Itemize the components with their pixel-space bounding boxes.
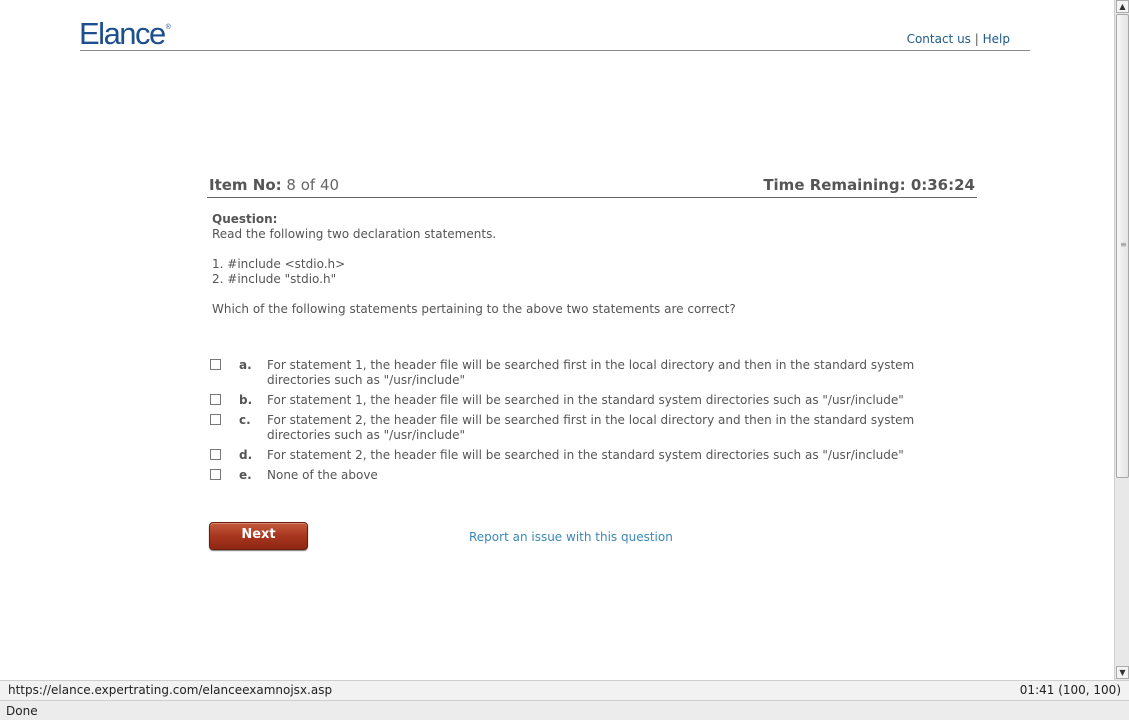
- time-zoom-readout: 01:41 (100, 100): [1019, 683, 1121, 697]
- answer-text: None of the above: [267, 468, 378, 482]
- item-bar: Item No: 8 of 40 Time Remaining: 0:36:24: [207, 170, 977, 198]
- scroll-up-icon[interactable]: ▲: [1116, 0, 1129, 13]
- registered-mark: ®: [165, 24, 171, 31]
- answer-text: For statement 1, the header file will be…: [267, 358, 915, 387]
- item-number: Item No: 8 of 40: [209, 176, 339, 194]
- answer-checkbox-e[interactable]: [210, 469, 221, 480]
- question-body: Question: Read the following two declara…: [212, 212, 972, 317]
- elance-logo[interactable]: Elance®: [79, 16, 171, 52]
- answer-letter: a.: [239, 358, 252, 372]
- answer-checkbox-b[interactable]: [210, 394, 221, 405]
- answer-option-b[interactable]: b. For statement 1, the header file will…: [210, 393, 970, 408]
- header-divider: [80, 50, 1030, 51]
- answer-checkbox-a[interactable]: [210, 359, 221, 370]
- answer-option-a[interactable]: a. For statement 1, the header file will…: [210, 358, 970, 388]
- report-issue-link[interactable]: Report an issue with this question: [469, 530, 673, 544]
- question-panel: Item No: 8 of 40 Time Remaining: 0:36:24…: [207, 170, 977, 550]
- answer-checkbox-d[interactable]: [210, 449, 221, 460]
- time-remaining-value: 0:36:24: [910, 176, 975, 194]
- scroll-down-icon[interactable]: ▼: [1116, 666, 1129, 679]
- answer-letter: d.: [239, 448, 253, 462]
- answer-text: For statement 1, the header file will be…: [267, 393, 904, 407]
- question-line: [212, 242, 972, 257]
- browser-status-bar: Done: [0, 700, 1129, 720]
- time-remaining-label: Time Remaining:: [763, 176, 906, 194]
- status-text: Done: [6, 704, 38, 718]
- time-remaining: Time Remaining: 0:36:24: [763, 176, 975, 194]
- scrollbar-thumb[interactable]: ≡: [1116, 14, 1129, 478]
- item-number-value: 8 of 40: [286, 176, 340, 194]
- question-line: 2. #include "stdio.h": [212, 272, 337, 286]
- question-line: [212, 287, 972, 302]
- link-url-bar: https://elance.expertrating.com/elanceex…: [0, 680, 1129, 700]
- item-number-label: Item No:: [209, 176, 282, 194]
- answer-letter: c.: [239, 413, 251, 427]
- logo-text: Elance: [79, 16, 166, 51]
- header-links: Contact us | Help: [907, 32, 1010, 46]
- answer-text: For statement 2, the header file will be…: [267, 413, 915, 442]
- answer-letter: b.: [239, 393, 253, 407]
- answer-option-d[interactable]: d. For statement 2, the header file will…: [210, 448, 970, 463]
- page-viewport: Elance® Contact us | Help Item No: 8 of …: [0, 0, 1114, 680]
- answer-option-c[interactable]: c. For statement 2, the header file will…: [210, 413, 970, 443]
- answer-checkbox-c[interactable]: [210, 414, 221, 425]
- contact-us-link[interactable]: Contact us: [907, 32, 971, 46]
- question-line: 1. #include <stdio.h>: [212, 257, 346, 271]
- help-link[interactable]: Help: [983, 32, 1010, 46]
- question-line: Read the following two declaration state…: [212, 227, 497, 241]
- question-label: Question:: [212, 212, 278, 226]
- next-button[interactable]: Next: [209, 522, 308, 550]
- answer-text: For statement 2, the header file will be…: [267, 448, 904, 462]
- vertical-scrollbar[interactable]: ▲ ≡ ▼: [1114, 0, 1129, 680]
- header-link-separator: |: [974, 32, 979, 46]
- answer-list: a. For statement 1, the header file will…: [210, 358, 970, 488]
- hover-url: https://elance.expertrating.com/elanceex…: [8, 683, 333, 697]
- answer-letter: e.: [239, 468, 252, 482]
- scrollbar-grip-icon: ≡: [1120, 240, 1127, 249]
- answer-option-e[interactable]: e. None of the above: [210, 468, 970, 483]
- question-line: Which of the following statements pertai…: [212, 302, 736, 316]
